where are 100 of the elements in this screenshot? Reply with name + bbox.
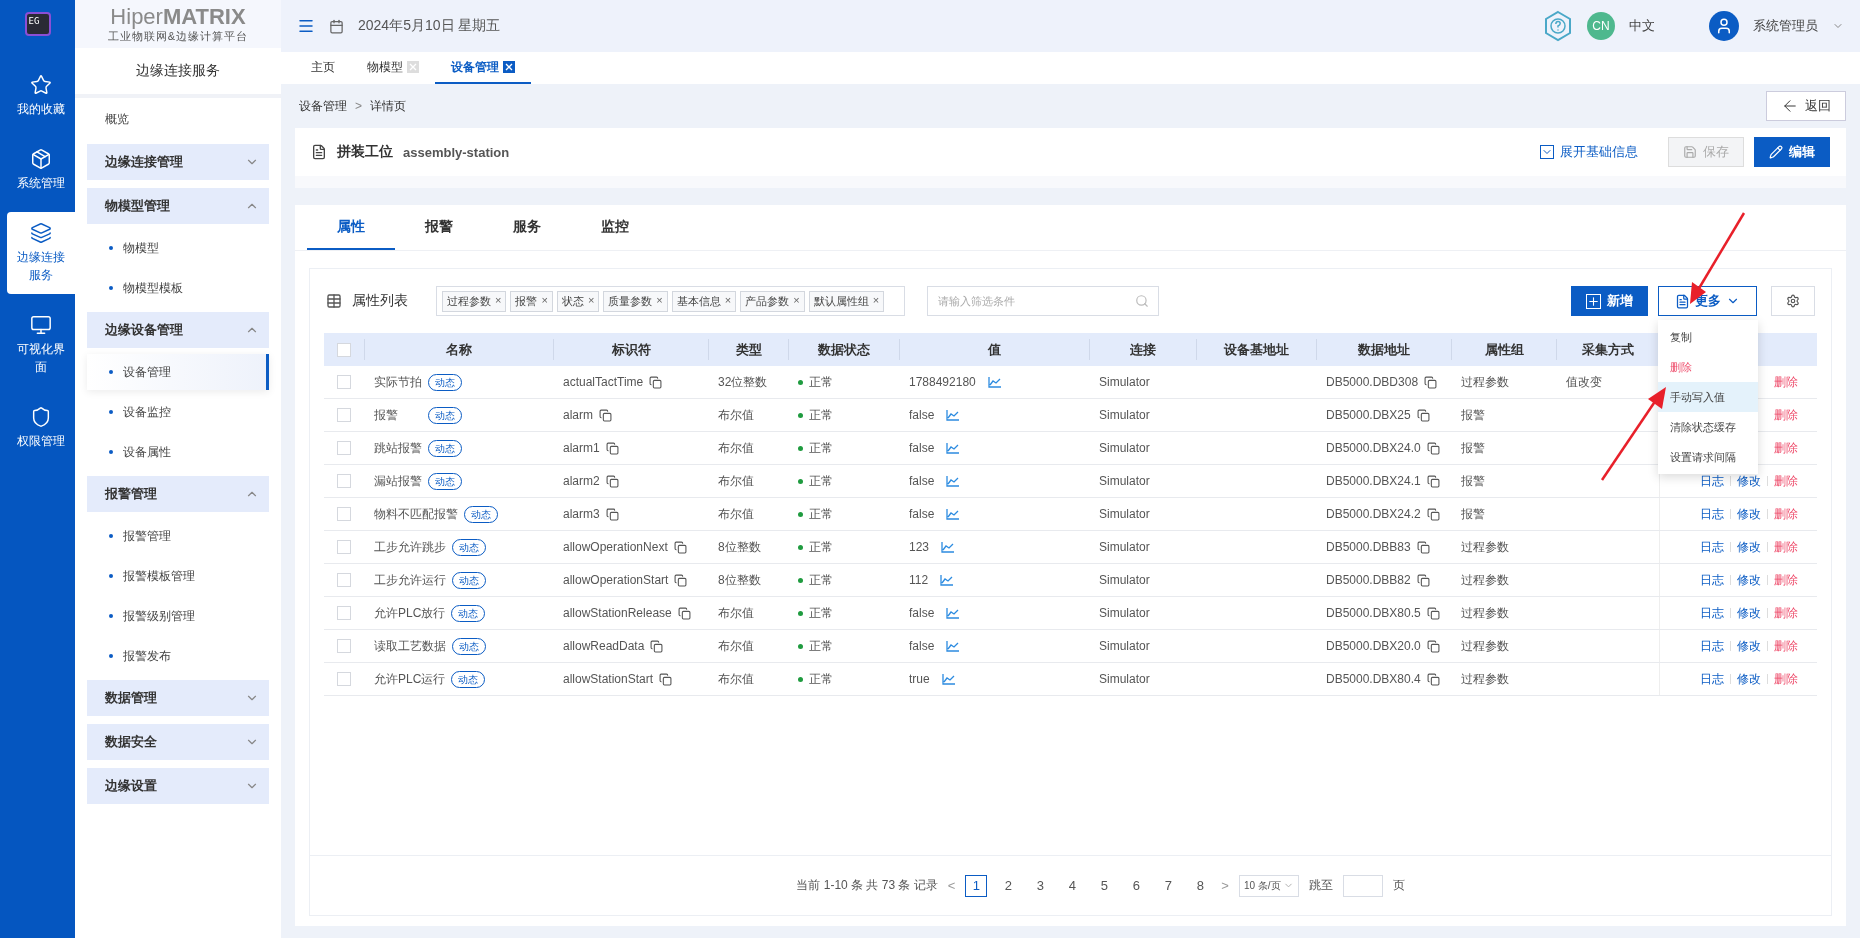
row-action-link[interactable]: 删除 bbox=[1774, 538, 1798, 556]
sidebar-item[interactable]: 报警发布 bbox=[87, 638, 269, 674]
sidebar-group[interactable]: 边缘设置 bbox=[87, 768, 269, 804]
row-checkbox[interactable] bbox=[337, 474, 351, 488]
row-action-link[interactable]: 修改 bbox=[1737, 571, 1761, 589]
trend-chart-icon[interactable] bbox=[946, 475, 961, 487]
page-tab[interactable]: 主页 bbox=[295, 52, 351, 84]
row-action-link[interactable]: 修改 bbox=[1737, 604, 1761, 622]
row-checkbox[interactable] bbox=[337, 672, 351, 686]
menu-item[interactable]: 删除 bbox=[1658, 352, 1758, 382]
row-action-link[interactable]: 删除 bbox=[1774, 472, 1798, 490]
copy-icon[interactable] bbox=[1416, 573, 1430, 587]
copy-icon[interactable] bbox=[599, 408, 612, 422]
page-button[interactable]: 4 bbox=[1061, 874, 1084, 897]
copy-icon[interactable] bbox=[659, 672, 673, 686]
copy-icon[interactable] bbox=[650, 639, 664, 653]
help-icon[interactable] bbox=[1543, 10, 1573, 42]
detail-tab[interactable]: 监控 bbox=[571, 205, 659, 250]
copy-icon[interactable] bbox=[1416, 408, 1430, 422]
trend-chart-icon[interactable] bbox=[946, 409, 961, 421]
sidebar-group[interactable]: 数据管理 bbox=[87, 680, 269, 716]
copy-icon[interactable] bbox=[1416, 540, 1430, 554]
row-action-link[interactable]: 删除 bbox=[1774, 604, 1798, 622]
trend-chart-icon[interactable] bbox=[941, 673, 956, 685]
row-checkbox[interactable] bbox=[337, 639, 351, 653]
add-button[interactable]: 新增 bbox=[1571, 286, 1648, 316]
copy-icon[interactable] bbox=[605, 507, 619, 521]
page-button[interactable]: 8 bbox=[1189, 874, 1212, 897]
page-tab[interactable]: 设备管理 bbox=[435, 52, 531, 84]
sidebar-item[interactable]: 物模型 bbox=[87, 230, 269, 266]
rail-item[interactable]: 边缘连接服务 bbox=[7, 212, 75, 294]
menu-item[interactable]: 清除状态缓存 bbox=[1658, 412, 1758, 442]
trend-chart-icon[interactable] bbox=[946, 607, 961, 619]
rail-item[interactable]: 权限管理 bbox=[7, 396, 75, 460]
rail-item[interactable]: 我的收藏 bbox=[7, 64, 75, 128]
sidebar-group[interactable]: 报警管理 bbox=[87, 476, 269, 512]
filter-tag[interactable]: 过程参数 × bbox=[442, 290, 507, 312]
page-button[interactable]: 5 bbox=[1093, 874, 1116, 897]
row-action-link[interactable]: 删除 bbox=[1774, 406, 1798, 424]
row-action-link[interactable]: 修改 bbox=[1737, 505, 1761, 523]
page-button[interactable]: 3 bbox=[1029, 874, 1052, 897]
row-action-link[interactable]: 修改 bbox=[1737, 637, 1761, 655]
filter-tag[interactable]: 状态 × bbox=[556, 290, 600, 312]
sidebar-group[interactable]: 物模型管理 bbox=[87, 188, 269, 224]
copy-icon[interactable] bbox=[1426, 441, 1440, 455]
row-action-link[interactable]: 删除 bbox=[1774, 373, 1798, 391]
expand-info-link[interactable]: 展开基础信息 bbox=[1540, 143, 1638, 161]
filter-tag[interactable]: 报警 × bbox=[510, 290, 553, 312]
trend-chart-icon[interactable] bbox=[946, 640, 961, 652]
trend-chart-icon[interactable] bbox=[946, 442, 961, 454]
detail-tab[interactable]: 服务 bbox=[483, 205, 571, 250]
row-checkbox[interactable] bbox=[337, 408, 351, 422]
row-action-link[interactable]: 删除 bbox=[1774, 571, 1798, 589]
menu-item[interactable]: 复制 bbox=[1658, 322, 1758, 352]
trend-chart-icon[interactable] bbox=[940, 574, 955, 586]
sidebar-item[interactable]: 概览 bbox=[75, 98, 281, 140]
language-label[interactable]: 中文 bbox=[1629, 17, 1655, 35]
menu-item[interactable]: 手动写入值 bbox=[1658, 382, 1758, 412]
copy-icon[interactable] bbox=[673, 540, 687, 554]
trend-chart-icon[interactable] bbox=[941, 541, 956, 553]
row-checkbox[interactable] bbox=[337, 573, 351, 587]
row-action-link[interactable]: 日志 bbox=[1700, 637, 1724, 655]
copy-icon[interactable] bbox=[674, 573, 688, 587]
select-all-checkbox[interactable] bbox=[337, 342, 351, 357]
page-button[interactable]: 7 bbox=[1157, 874, 1180, 897]
row-action-link[interactable]: 日志 bbox=[1700, 670, 1724, 688]
page-size-select[interactable]: 10 条/页 bbox=[1238, 874, 1299, 897]
rail-item[interactable]: 可视化界面 bbox=[7, 304, 75, 386]
row-checkbox[interactable] bbox=[337, 375, 351, 389]
rail-item[interactable]: 系统管理 bbox=[7, 138, 75, 202]
copy-icon[interactable] bbox=[1424, 375, 1438, 389]
row-checkbox[interactable] bbox=[337, 441, 351, 455]
page-button[interactable]: 1 bbox=[965, 874, 988, 897]
copy-icon[interactable] bbox=[677, 606, 691, 620]
copy-icon[interactable] bbox=[605, 474, 619, 488]
copy-icon[interactable] bbox=[1426, 474, 1440, 488]
search-field[interactable]: 请输入筛选条件 bbox=[927, 286, 1160, 316]
copy-icon[interactable] bbox=[1426, 672, 1440, 686]
row-action-link[interactable]: 日志 bbox=[1700, 604, 1724, 622]
breadcrumb-item[interactable]: 设备管理 bbox=[299, 97, 347, 115]
row-action-link[interactable]: 删除 bbox=[1774, 637, 1798, 655]
tag-filter-field[interactable]: 过程参数 × 报警 × 状态 × 质量参数 × 基本信息 × 产品参数 × 默认属性组 × bbox=[436, 286, 906, 316]
row-action-link[interactable]: 修改 bbox=[1737, 538, 1761, 556]
sidebar-item[interactable]: 设备监控 bbox=[87, 394, 269, 430]
sidebar-item[interactable]: 设备管理 bbox=[87, 354, 269, 390]
filter-tag[interactable]: 默认属性组 × bbox=[808, 290, 885, 312]
detail-tab[interactable]: 报警 bbox=[395, 205, 483, 250]
trend-chart-icon[interactable] bbox=[987, 376, 1002, 388]
jump-page-field[interactable] bbox=[1342, 874, 1383, 897]
page-tab[interactable]: 物模型 bbox=[351, 52, 435, 84]
page-button[interactable]: 2 bbox=[997, 874, 1020, 897]
row-action-link[interactable]: 日志 bbox=[1700, 472, 1724, 490]
row-action-link[interactable]: 修改 bbox=[1737, 472, 1761, 490]
sidebar-group[interactable]: 边缘设备管理 bbox=[87, 312, 269, 348]
filter-tag[interactable]: 质量参数 × bbox=[603, 290, 668, 312]
menu-icon[interactable] bbox=[297, 17, 315, 35]
copy-icon[interactable] bbox=[649, 375, 663, 389]
detail-tab[interactable]: 属性 bbox=[307, 205, 395, 250]
sidebar-item[interactable]: 设备属性 bbox=[87, 434, 269, 470]
filter-tag[interactable]: 产品参数 × bbox=[740, 290, 805, 312]
